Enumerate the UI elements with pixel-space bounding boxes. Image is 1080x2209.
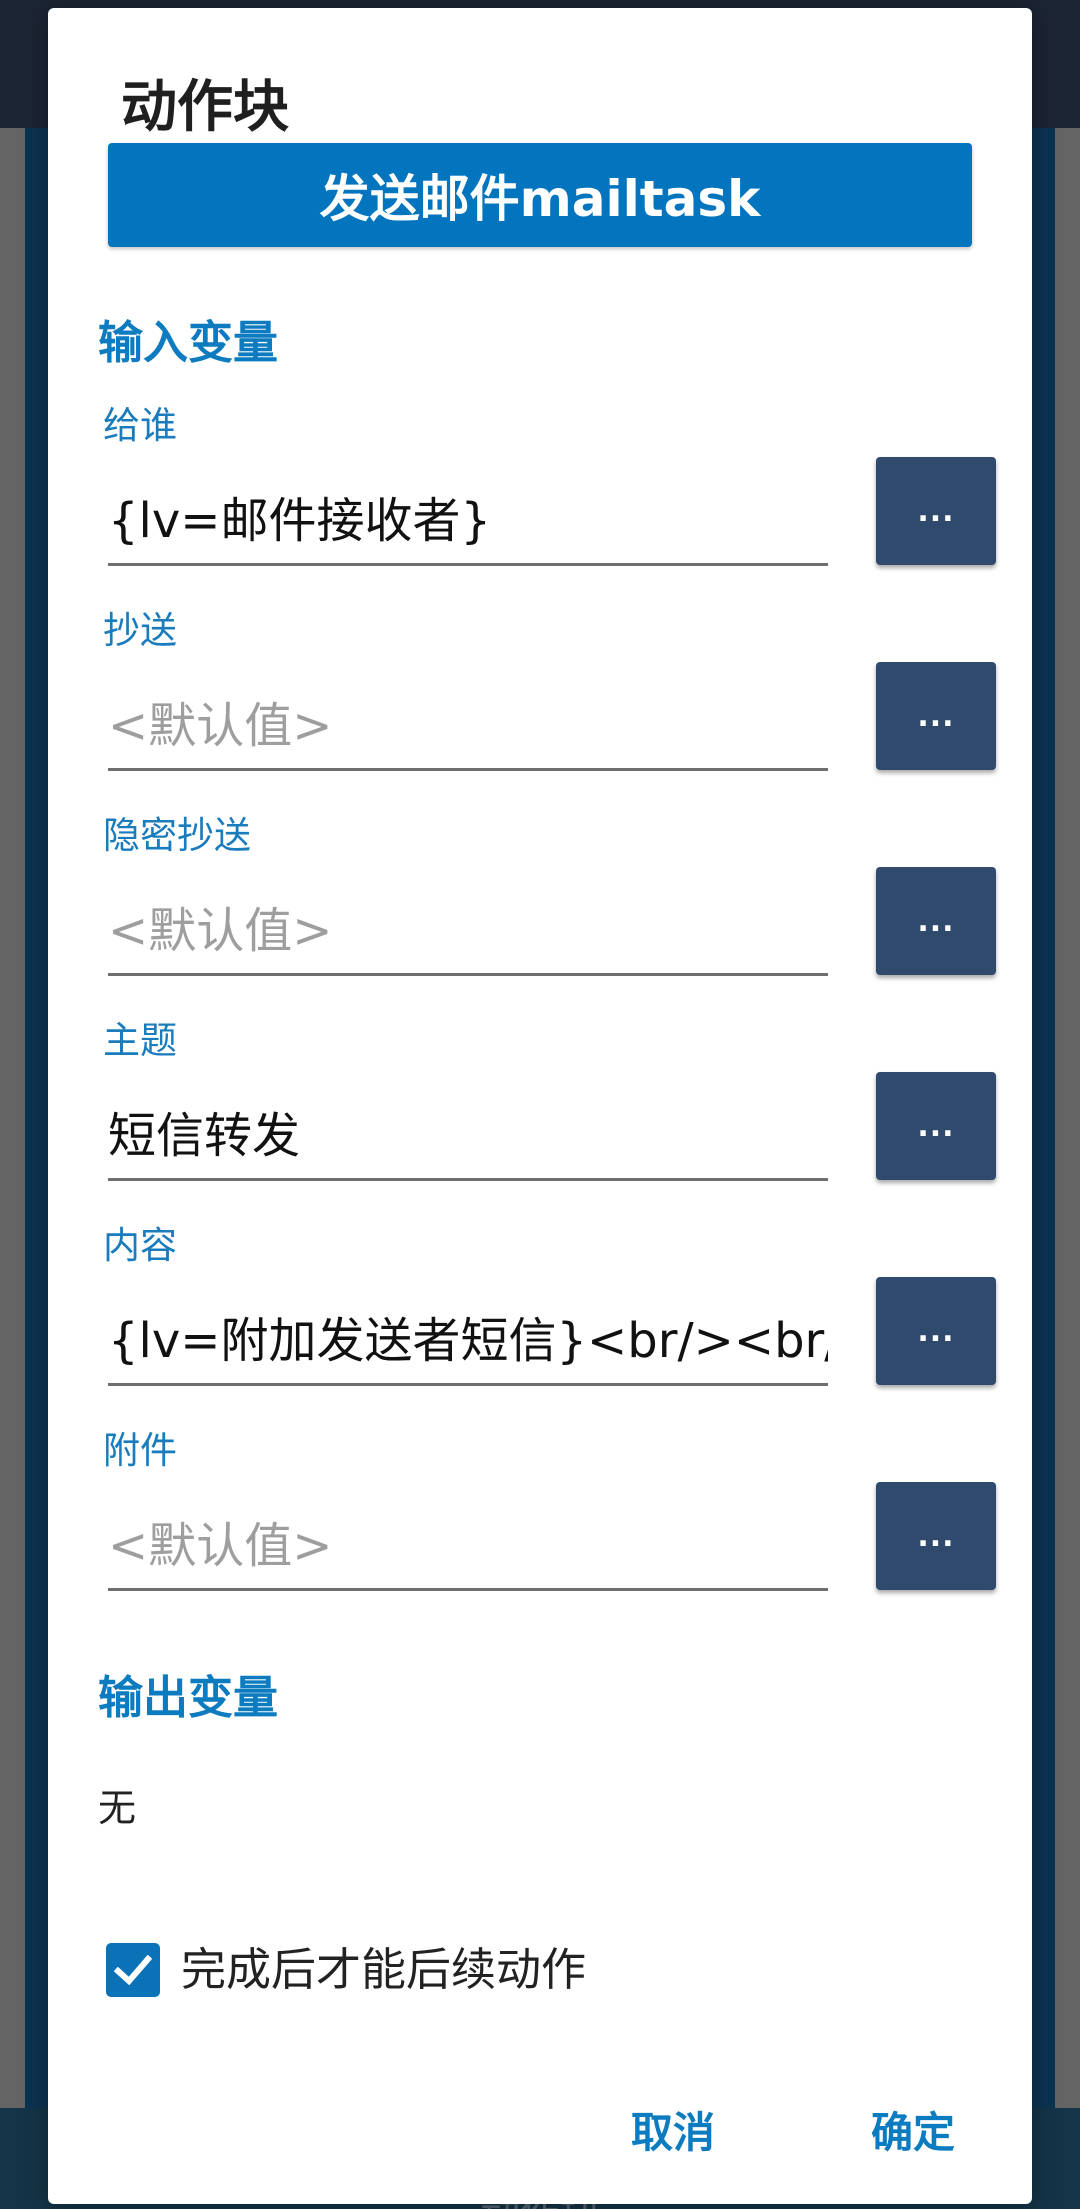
field-input-bcc[interactable]: <默认值> bbox=[108, 886, 828, 976]
field-label-to: 给谁 bbox=[103, 404, 177, 447]
output-variables-heading: 输出变量 bbox=[98, 1671, 279, 1724]
field-label-bcc: 隐密抄送 bbox=[103, 814, 251, 857]
field-label-content: 内容 bbox=[103, 1224, 177, 1267]
more-button-content[interactable]: ... bbox=[876, 1277, 996, 1385]
background-right-strip bbox=[1030, 128, 1055, 2108]
more-button-bcc[interactable]: ... bbox=[876, 867, 996, 975]
confirm-button[interactable]: 确定 bbox=[871, 2103, 955, 2163]
field-label-attachment: 附件 bbox=[103, 1429, 177, 1472]
input-variables-heading: 输入变量 bbox=[98, 316, 279, 369]
wait-completion-label[interactable]: 完成后才能后续动作 bbox=[181, 1940, 586, 2000]
field-label-cc: 抄送 bbox=[103, 609, 177, 652]
field-input-to[interactable]: {lv=邮件接收者} bbox=[108, 476, 828, 566]
checkmark-icon bbox=[113, 1954, 153, 1986]
wait-completion-checkbox[interactable] bbox=[106, 1943, 160, 1997]
output-none-text: 无 bbox=[98, 1786, 137, 1830]
dialog-title: 动作块 bbox=[121, 75, 289, 140]
more-button-cc[interactable]: ... bbox=[876, 662, 996, 770]
field-input-cc[interactable]: <默认值> bbox=[108, 681, 828, 771]
background-left-strip bbox=[25, 128, 50, 2108]
field-input-attachment[interactable]: <默认值> bbox=[108, 1501, 828, 1591]
field-input-content[interactable]: {lv=附加发送者短信}<br/><br/> bbox=[108, 1296, 828, 1386]
cancel-button[interactable]: 取消 bbox=[631, 2103, 715, 2163]
send-mail-action-button[interactable]: 发送邮件mailtask bbox=[108, 143, 972, 247]
more-button-subject[interactable]: ... bbox=[876, 1072, 996, 1180]
more-button-to[interactable]: ... bbox=[876, 457, 996, 565]
field-input-subject[interactable]: 短信转发 bbox=[108, 1091, 828, 1181]
more-button-attachment[interactable]: ... bbox=[876, 1482, 996, 1590]
field-label-subject: 主题 bbox=[103, 1019, 177, 1062]
action-block-dialog: 动作块 发送邮件mailtask 输入变量 给谁 {lv=邮件接收者} ... … bbox=[48, 8, 1032, 2204]
